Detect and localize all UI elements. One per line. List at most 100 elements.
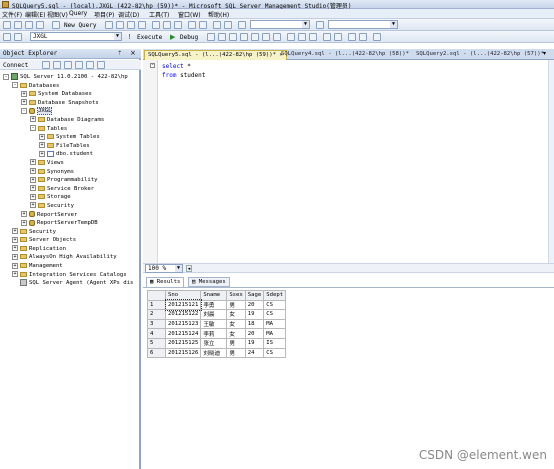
column-header[interactable]: Sno <box>164 290 202 301</box>
close-icon[interactable]: × <box>130 49 136 57</box>
tree-node[interactable]: + AlwaysOn High Availability <box>3 253 139 262</box>
expand-icon[interactable]: + <box>30 193 36 200</box>
grid-cell[interactable]: 女 <box>226 328 246 339</box>
start-debug-icon[interactable] <box>238 21 246 29</box>
tree-node[interactable]: + Views <box>3 159 139 168</box>
stop-icon[interactable] <box>64 61 72 69</box>
grid-cell[interactable]: IS <box>263 337 287 349</box>
tree-node[interactable]: + Database Snapshots <box>3 99 139 108</box>
grid-cell[interactable]: 201215121 <box>164 299 202 311</box>
menu-item[interactable]: 调试(D) <box>118 10 139 19</box>
expand-icon[interactable]: + <box>30 168 36 175</box>
collapse-icon[interactable]: - <box>12 82 18 89</box>
grid-cell[interactable]: CS <box>263 347 287 359</box>
tree-node[interactable]: + Server Objects <box>3 236 139 245</box>
connect-button[interactable]: Connect <box>3 62 28 69</box>
cancel-query-icon[interactable] <box>207 33 215 41</box>
table-row[interactable]: 5 201215125 张立男 19 IS <box>147 337 287 349</box>
specify-values-icon[interactable] <box>373 33 381 41</box>
collapse-icon[interactable]: - <box>21 107 27 114</box>
decrease-indent-icon[interactable] <box>348 33 356 41</box>
menu-item[interactable]: 编辑(E) <box>25 10 45 19</box>
undo-icon[interactable] <box>188 21 196 29</box>
tab-sqlquery2[interactable]: SQLQuery2.sql - (l...(422-82\hp (57))* <box>413 50 547 60</box>
xmla-query-icon[interactable] <box>138 21 146 29</box>
copy-icon[interactable] <box>163 21 171 29</box>
grid-cell[interactable]: 李勇 <box>200 299 228 311</box>
grid-cell[interactable]: 201215122 <box>164 309 202 320</box>
client-stats-icon[interactable] <box>273 33 281 41</box>
row-number[interactable]: 1 <box>147 299 166 311</box>
increase-indent-icon[interactable] <box>359 33 367 41</box>
uncomment-icon[interactable] <box>334 33 342 41</box>
grid-cell[interactable]: 王敏 <box>200 318 228 330</box>
tab-messages[interactable]: ▤ Messages <box>188 277 230 287</box>
display-estimated-plan-icon[interactable] <box>229 33 237 41</box>
expand-icon[interactable]: + <box>30 159 36 166</box>
scroll-left-icon[interactable]: ◂ <box>186 265 192 272</box>
tab-sqlquery4[interactable]: SQLQuery4.sql - (l...(422-82\hp (58))* <box>278 50 412 60</box>
tree-node[interactable]: + System Databases <box>3 90 139 99</box>
menu-item[interactable]: Query <box>69 10 87 17</box>
new-query-icon[interactable] <box>52 21 60 29</box>
grid-cell[interactable]: 张立 <box>200 337 228 349</box>
menu-item[interactable]: 项目(P) <box>94 10 114 19</box>
save-all-icon[interactable] <box>36 21 44 29</box>
tree-node[interactable]: + Replication <box>3 245 139 254</box>
table-row[interactable]: 1 201215121 李勇男 20 CS <box>147 299 287 311</box>
summary-icon[interactable] <box>97 61 105 69</box>
tree-node[interactable]: SQL Server Agent (Agent XPs dis <box>3 279 139 288</box>
query-designer-icon[interactable] <box>240 33 248 41</box>
grid-cell[interactable]: 20 <box>244 328 265 339</box>
grid-cell[interactable]: 女 <box>226 309 246 320</box>
tree-node[interactable]: + FileTables <box>3 142 139 151</box>
row-number[interactable]: 6 <box>147 347 166 359</box>
include-plan-icon[interactable] <box>262 33 270 41</box>
change-connection-icon[interactable] <box>14 33 22 41</box>
table-row[interactable]: 2 201215122 刘晨女 19 CS <box>147 309 287 320</box>
table-row[interactable]: 6 201215126 刘晓迪男 24 CS <box>147 347 287 359</box>
expand-icon[interactable]: + <box>39 150 45 157</box>
db-engine-query-icon[interactable] <box>105 21 113 29</box>
column-header[interactable]: Ssex <box>226 290 246 301</box>
execute-button[interactable]: Execute <box>137 34 162 41</box>
grid-cell[interactable]: 201215125 <box>164 337 202 349</box>
grid-cell[interactable]: 李莉 <box>200 328 228 339</box>
expand-icon[interactable]: + <box>39 142 45 149</box>
grid-cell[interactable]: 男 <box>226 347 246 359</box>
tree-node[interactable]: + Security <box>3 202 139 211</box>
expand-icon[interactable]: + <box>12 271 18 278</box>
navigate-back-icon[interactable] <box>213 21 221 29</box>
tree-node[interactable]: + System Tables <box>3 133 139 142</box>
expand-icon[interactable]: + <box>12 262 18 269</box>
expand-icon[interactable]: + <box>21 99 27 106</box>
column-header[interactable]: Sname <box>200 290 228 301</box>
collapse-region-icon[interactable]: - <box>150 63 155 68</box>
expand-icon[interactable]: + <box>30 185 36 192</box>
open-file-icon[interactable] <box>14 21 22 29</box>
table-row[interactable]: 4 201215124 李莉女 20 MA <box>147 328 287 339</box>
comment-icon[interactable] <box>323 33 331 41</box>
grid-cell[interactable]: 男 <box>226 299 246 311</box>
table-row[interactable]: 3 201215123 王敏女 18 MA <box>147 318 287 330</box>
results-to-grid-icon[interactable] <box>298 33 306 41</box>
grid-cell[interactable]: 刘晓迪 <box>200 347 228 359</box>
menu-item[interactable]: 工具(T) <box>149 10 169 19</box>
grid-cell[interactable]: 201215124 <box>164 328 202 339</box>
menu-item[interactable]: 帮助(H) <box>208 10 229 19</box>
row-number[interactable]: 3 <box>147 318 166 330</box>
tree-node[interactable]: + ReportServerTempDB <box>3 219 139 228</box>
grid-cell[interactable]: 201215123 <box>164 318 202 330</box>
grid-cell[interactable]: 男 <box>226 337 246 349</box>
parse-icon[interactable] <box>218 33 226 41</box>
intellisense-icon[interactable] <box>251 33 259 41</box>
grid-cell[interactable]: 19 <box>244 337 265 349</box>
pin-icon[interactable]: ᛘ <box>118 50 122 57</box>
expand-icon[interactable]: + <box>12 245 18 252</box>
save-icon[interactable] <box>25 21 33 29</box>
new-query-button[interactable]: New Query <box>64 22 97 29</box>
grid-cell[interactable]: 20 <box>244 299 265 311</box>
redo-icon[interactable] <box>199 21 207 29</box>
tree-node[interactable]: + Synonyms <box>3 168 139 177</box>
tree-node[interactable]: + Management <box>3 262 139 271</box>
